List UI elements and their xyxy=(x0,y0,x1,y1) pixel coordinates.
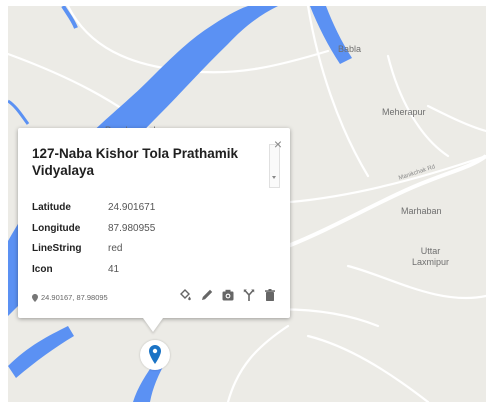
pencil-icon[interactable] xyxy=(200,288,214,302)
place-label-uttar-laxmipur: Uttar Laxmipur xyxy=(412,246,449,268)
place-label-uttar-laxmipur-line2: Laxmipur xyxy=(412,257,450,267)
road xyxy=(288,154,486,204)
coordinates-row: 24.90167, 87.98095 xyxy=(32,293,108,302)
river-branch xyxy=(8,99,30,125)
close-button[interactable]: × xyxy=(272,137,284,151)
info-window: 127-Naba Kishor Tola Prathamik Vidyalaya… xyxy=(18,128,290,318)
map-marker[interactable] xyxy=(140,340,170,370)
road xyxy=(306,334,430,402)
location-pin-icon xyxy=(149,345,161,364)
road xyxy=(226,324,290,402)
road xyxy=(386,54,450,158)
river-lower-left xyxy=(8,326,74,378)
pin-icon xyxy=(32,294,38,302)
place-label-meherapur: Meherapur xyxy=(382,107,426,117)
field-key-latitude: Latitude xyxy=(32,202,71,213)
main-road xyxy=(287,154,486,248)
popup-pointer xyxy=(143,318,163,332)
directions-icon[interactable] xyxy=(242,288,256,302)
road xyxy=(306,6,370,178)
place-label-marhaban: Marhaban xyxy=(401,206,442,216)
field-value-longitude: 87.980955 xyxy=(108,223,156,234)
road xyxy=(426,104,486,133)
field-value-icon: 41 xyxy=(108,264,120,275)
road xyxy=(346,264,486,300)
paint-bucket-icon[interactable] xyxy=(178,288,192,302)
popup-title: 127-Naba Kishor Tola Prathamik Vidyalaya xyxy=(32,146,239,178)
field-key-icon: Icon xyxy=(32,264,53,275)
camera-icon[interactable] xyxy=(221,288,235,302)
place-label-uttar-laxmipur-line1: Uttar xyxy=(420,246,441,256)
field-key-longitude: Longitude xyxy=(32,223,81,234)
field-value-linestring: red xyxy=(108,243,123,254)
scroll-down-icon[interactable] xyxy=(272,176,276,179)
field-value-latitude: 24.901671 xyxy=(108,202,156,213)
field-key-linestring: LineString xyxy=(32,243,82,254)
coordinates-text: 24.90167, 87.98095 xyxy=(41,293,108,302)
trash-icon[interactable] xyxy=(263,288,277,302)
place-label-babla: Babla xyxy=(338,44,362,54)
